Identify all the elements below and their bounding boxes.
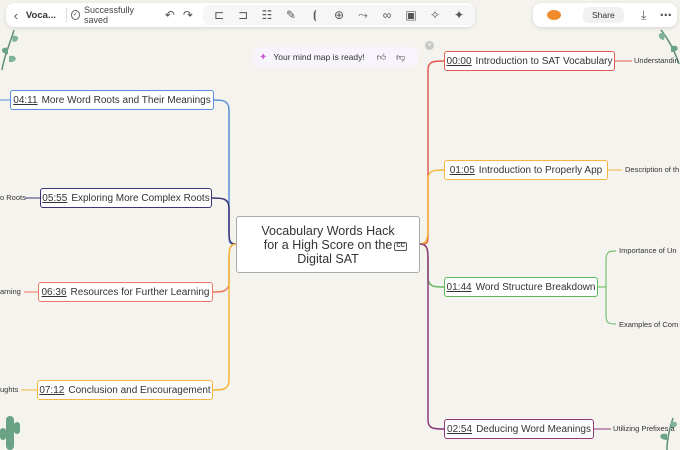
sparkle-icon: ✦ xyxy=(259,51,268,63)
brand-logo-icon xyxy=(543,10,565,20)
magic-wand-icon[interactable]: ✦ xyxy=(447,8,471,22)
image-icon[interactable]: ▣ xyxy=(399,8,423,22)
leaf-node-importance[interactable]: Importance of Un xyxy=(619,246,677,255)
more-options-icon[interactable]: ⋯ xyxy=(656,8,676,22)
add-child-node-icon[interactable]: ⊏ xyxy=(207,8,231,22)
link-icon[interactable]: ∞ xyxy=(375,8,399,22)
leaf-node-prefixes[interactable]: Utilizing Prefixes a xyxy=(613,424,675,433)
back-icon[interactable]: ‹ xyxy=(6,8,26,23)
layout-icon[interactable]: ☷ xyxy=(255,8,279,22)
document-title[interactable]: Voca... xyxy=(26,10,56,21)
branch-node-word-structure[interactable]: 01:44 Word Structure Breakdown xyxy=(444,277,598,297)
branch-node-complex-roots[interactable]: 05:55 Exploring More Complex Roots xyxy=(40,188,212,208)
main-toolbar: ‹ Voca... ✓ Successfully saved ↶ ↷ ⊏ ⊐ ☷… xyxy=(6,3,475,27)
leaf-node-examples[interactable]: Examples of Com xyxy=(619,320,678,329)
timestamp-link[interactable]: 01:05 xyxy=(450,165,475,176)
branch-node-word-roots[interactable]: 04:11 More Word Roots and Their Meanings xyxy=(10,90,214,110)
timestamp-link[interactable]: 06:36 xyxy=(42,287,67,298)
edit-tools-group: ⊏ ⊐ ☷ ✎ ⦗ ⊕ ⤳ ∞ ▣ ✧ ✦ xyxy=(202,5,475,25)
leaf-node-understanding[interactable]: Understandin xyxy=(634,56,679,65)
leaf-node-description[interactable]: Description of th xyxy=(625,165,679,174)
leaf-node-learning[interactable]: arning xyxy=(0,287,21,296)
format-painter-icon[interactable]: ✎ xyxy=(279,8,303,22)
right-toolbar: Share ⤓ ⋯ xyxy=(533,3,677,27)
branch-node-sat-vocabulary[interactable]: 00:00 Introduction to SAT Vocabulary xyxy=(444,51,615,71)
save-status: ✓ Successfully saved xyxy=(70,5,153,25)
close-banner-icon[interactable]: × xyxy=(425,41,434,50)
timestamp-link[interactable]: 02:54 xyxy=(447,424,472,435)
timestamp-link[interactable]: 07:12 xyxy=(39,385,64,396)
mind-map-ready-banner: ✦ Your mind map is ready! 👍︎ 👎︎ xyxy=(253,47,418,67)
summary-bracket-icon[interactable]: ⦗ xyxy=(303,8,327,23)
thumbs-down-icon[interactable]: 👎︎ xyxy=(396,52,405,63)
check-circle-icon: ✓ xyxy=(70,10,80,20)
branch-node-resources[interactable]: 06:36 Resources for Further Learning xyxy=(38,282,213,302)
timestamp-link[interactable]: 04:11 xyxy=(13,95,37,106)
ai-sparkle-icon[interactable]: ✧ xyxy=(423,8,447,22)
branch-node-conclusion[interactable]: 07:12 Conclusion and Encouragement xyxy=(37,380,213,400)
redo-icon[interactable]: ↷ xyxy=(179,8,197,22)
thumbs-up-icon[interactable]: 👍︎ xyxy=(377,52,386,63)
branch-node-properly-app[interactable]: 01:05 Introduction to Properly App xyxy=(444,160,608,180)
branch-node-deducing-meanings[interactable]: 02:54 Deducing Word Meanings xyxy=(444,419,594,439)
cactus-decoration-bottom-left xyxy=(0,416,20,450)
timestamp-link[interactable]: 01:44 xyxy=(447,282,472,293)
undo-icon[interactable]: ↶ xyxy=(161,8,179,22)
download-icon[interactable]: ⤓ xyxy=(632,8,656,23)
share-button[interactable]: Share xyxy=(583,7,624,23)
insert-plus-icon[interactable]: ⊕ xyxy=(327,8,351,22)
plant-decoration-top-left xyxy=(1,29,19,70)
relation-line-icon[interactable]: ⤳ xyxy=(351,8,375,23)
leaf-node-roots[interactable]: o Roots xyxy=(0,193,26,202)
add-sibling-node-icon[interactable]: ⊐ xyxy=(231,8,255,22)
leaf-node-thoughts[interactable]: ughts xyxy=(0,385,18,394)
closed-caption-icon[interactable]: CC xyxy=(394,242,407,251)
timestamp-link[interactable]: 00:00 xyxy=(447,56,472,67)
timestamp-link[interactable]: 05:55 xyxy=(42,193,67,204)
central-topic-node[interactable]: Vocabulary Words Hack for a High Score o… xyxy=(236,216,420,273)
